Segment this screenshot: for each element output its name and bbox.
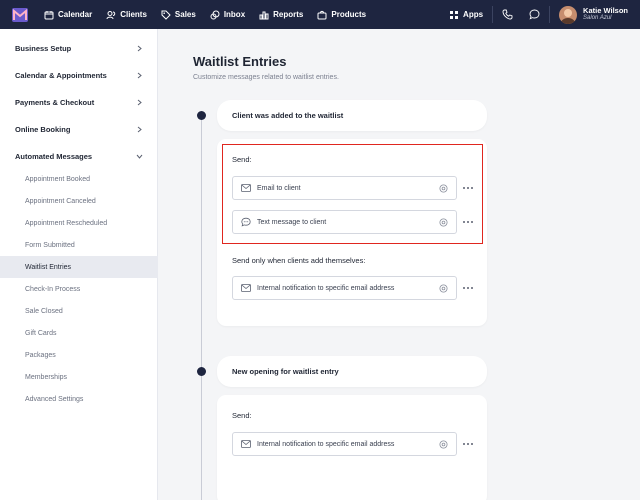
chevron-right-icon	[137, 45, 142, 51]
nav-clients-label: Clients	[120, 10, 147, 19]
nav-clients[interactable]: Clients	[106, 10, 147, 20]
inbox-icon	[210, 10, 220, 19]
envelope-icon	[241, 439, 251, 449]
more-options-icon[interactable]	[463, 441, 473, 447]
timeline-line	[201, 116, 202, 500]
calendar-icon	[44, 10, 54, 19]
more-options-icon[interactable]	[463, 219, 473, 225]
envelope-icon	[241, 283, 251, 293]
message-row-text-to-client[interactable]: Text message to client	[232, 210, 457, 234]
nav-sales-label: Sales	[174, 10, 196, 19]
products-bag-icon	[317, 10, 327, 19]
conditional-send-label: Send only when clients add themselves:	[232, 256, 366, 265]
message-row-internal-notification[interactable]: Internal notification to specific email …	[232, 276, 457, 300]
nav-calendar-label: Calendar	[58, 10, 93, 19]
sales-tag-icon	[161, 10, 171, 20]
envelope-icon	[241, 183, 251, 193]
nav-apps[interactable]: Apps	[449, 10, 483, 20]
sidebar-item-memberships[interactable]: Memberships	[0, 366, 158, 388]
sidebar-section-label: Calendar & Appointments	[15, 70, 107, 80]
user-menu[interactable]: Katie Wilson Salon Azul	[583, 6, 628, 22]
nav-reports-label: Reports	[273, 10, 304, 19]
sidebar-item-sale-closed[interactable]: Sale Closed	[0, 300, 158, 322]
nav-inbox[interactable]: Inbox	[210, 10, 245, 20]
settings-gear-icon[interactable]	[439, 218, 448, 227]
user-business: Salon Azul	[583, 15, 612, 22]
sidebar-section-label: Online Booking	[15, 124, 71, 134]
event-title: Client was added to the waitlist	[232, 111, 344, 120]
top-nav: Calendar Clients Sales Inbox Reports Pro…	[0, 0, 640, 29]
timeline-dot	[197, 111, 206, 120]
sidebar-section-label: Payments & Checkout	[15, 97, 95, 107]
chat-icon[interactable]	[529, 9, 540, 20]
nav-inbox-label: Inbox	[223, 10, 246, 19]
message-label: Email to client	[257, 184, 301, 192]
timeline-dot	[197, 367, 206, 376]
event-title: New opening for waitlist entry	[232, 367, 339, 376]
sidebar-item-appointment-booked[interactable]: Appointment Booked	[0, 168, 158, 190]
settings-gear-icon[interactable]	[439, 284, 448, 293]
message-row-internal-notification[interactable]: Internal notification to specific email …	[232, 432, 457, 456]
settings-sidebar: Business Setup Calendar & Appointments P…	[0, 29, 158, 500]
settings-gear-icon[interactable]	[439, 440, 448, 449]
nav-reports[interactable]: Reports	[259, 10, 303, 20]
user-name: Katie Wilson	[583, 6, 628, 16]
message-label: Internal notification to specific email …	[257, 440, 395, 448]
nav-products-label: Products	[331, 10, 367, 19]
reports-icon	[259, 11, 269, 19]
message-label: Internal notification to specific email …	[257, 284, 395, 292]
sidebar-item-gift-cards[interactable]: Gift Cards	[0, 322, 158, 344]
sidebar-section-calendar-appointments[interactable]: Calendar & Appointments	[0, 62, 158, 88]
sidebar-item-appointment-rescheduled[interactable]: Appointment Rescheduled	[0, 212, 158, 234]
apps-grid-icon	[450, 10, 459, 19]
sidebar-section-automated-messages[interactable]: Automated Messages	[0, 143, 158, 169]
send-label: Send:	[232, 411, 252, 420]
event-header-client-added: Client was added to the waitlist	[217, 100, 487, 131]
sidebar-item-check-in-process[interactable]: Check-In Process	[0, 278, 158, 300]
page-subtitle: Customize messages related to waitlist e…	[193, 74, 339, 81]
chevron-down-icon	[136, 154, 143, 159]
sidebar-section-label: Business Setup	[15, 43, 72, 53]
chat-bubble-icon	[241, 217, 251, 227]
chevron-right-icon	[137, 99, 142, 105]
message-label: Text message to client	[257, 218, 327, 226]
sidebar-item-form-submitted[interactable]: Form Submitted	[0, 234, 158, 256]
chevron-right-icon	[137, 126, 142, 132]
avatar[interactable]	[559, 5, 578, 24]
brand-logo-icon[interactable]	[12, 7, 28, 22]
chevron-right-icon	[137, 72, 142, 78]
nav-calendar[interactable]: Calendar	[44, 10, 92, 20]
settings-gear-icon[interactable]	[439, 184, 448, 193]
phone-icon[interactable]	[502, 9, 513, 20]
nav-divider-2	[549, 6, 551, 23]
nav-products[interactable]: Products	[317, 10, 366, 20]
more-options-icon[interactable]	[463, 185, 473, 191]
sidebar-section-business-setup[interactable]: Business Setup	[0, 35, 158, 61]
sidebar-item-waitlist-entries[interactable]: Waitlist Entries	[0, 256, 158, 278]
clients-icon	[106, 10, 116, 19]
page-title: Waitlist Entries	[193, 54, 287, 69]
sidebar-section-online-booking[interactable]: Online Booking	[0, 116, 158, 142]
message-row-email-to-client[interactable]: Email to client	[232, 176, 457, 200]
sidebar-section-label: Automated Messages	[15, 151, 93, 161]
sidebar-item-appointment-canceled[interactable]: Appointment Canceled	[0, 190, 158, 212]
send-label: Send:	[232, 155, 252, 164]
sidebar-item-packages[interactable]: Packages	[0, 344, 158, 366]
nav-divider	[492, 6, 494, 23]
event-header-new-opening: New opening for waitlist entry	[217, 356, 487, 387]
more-options-icon[interactable]	[463, 285, 473, 291]
nav-right-group: Apps Katie Wilson Salon Azul	[449, 0, 640, 29]
sidebar-item-advanced-settings[interactable]: Advanced Settings	[0, 388, 158, 410]
sidebar-section-payments-checkout[interactable]: Payments & Checkout	[0, 89, 158, 115]
nav-sales[interactable]: Sales	[161, 10, 196, 20]
nav-apps-label: Apps	[463, 10, 484, 19]
